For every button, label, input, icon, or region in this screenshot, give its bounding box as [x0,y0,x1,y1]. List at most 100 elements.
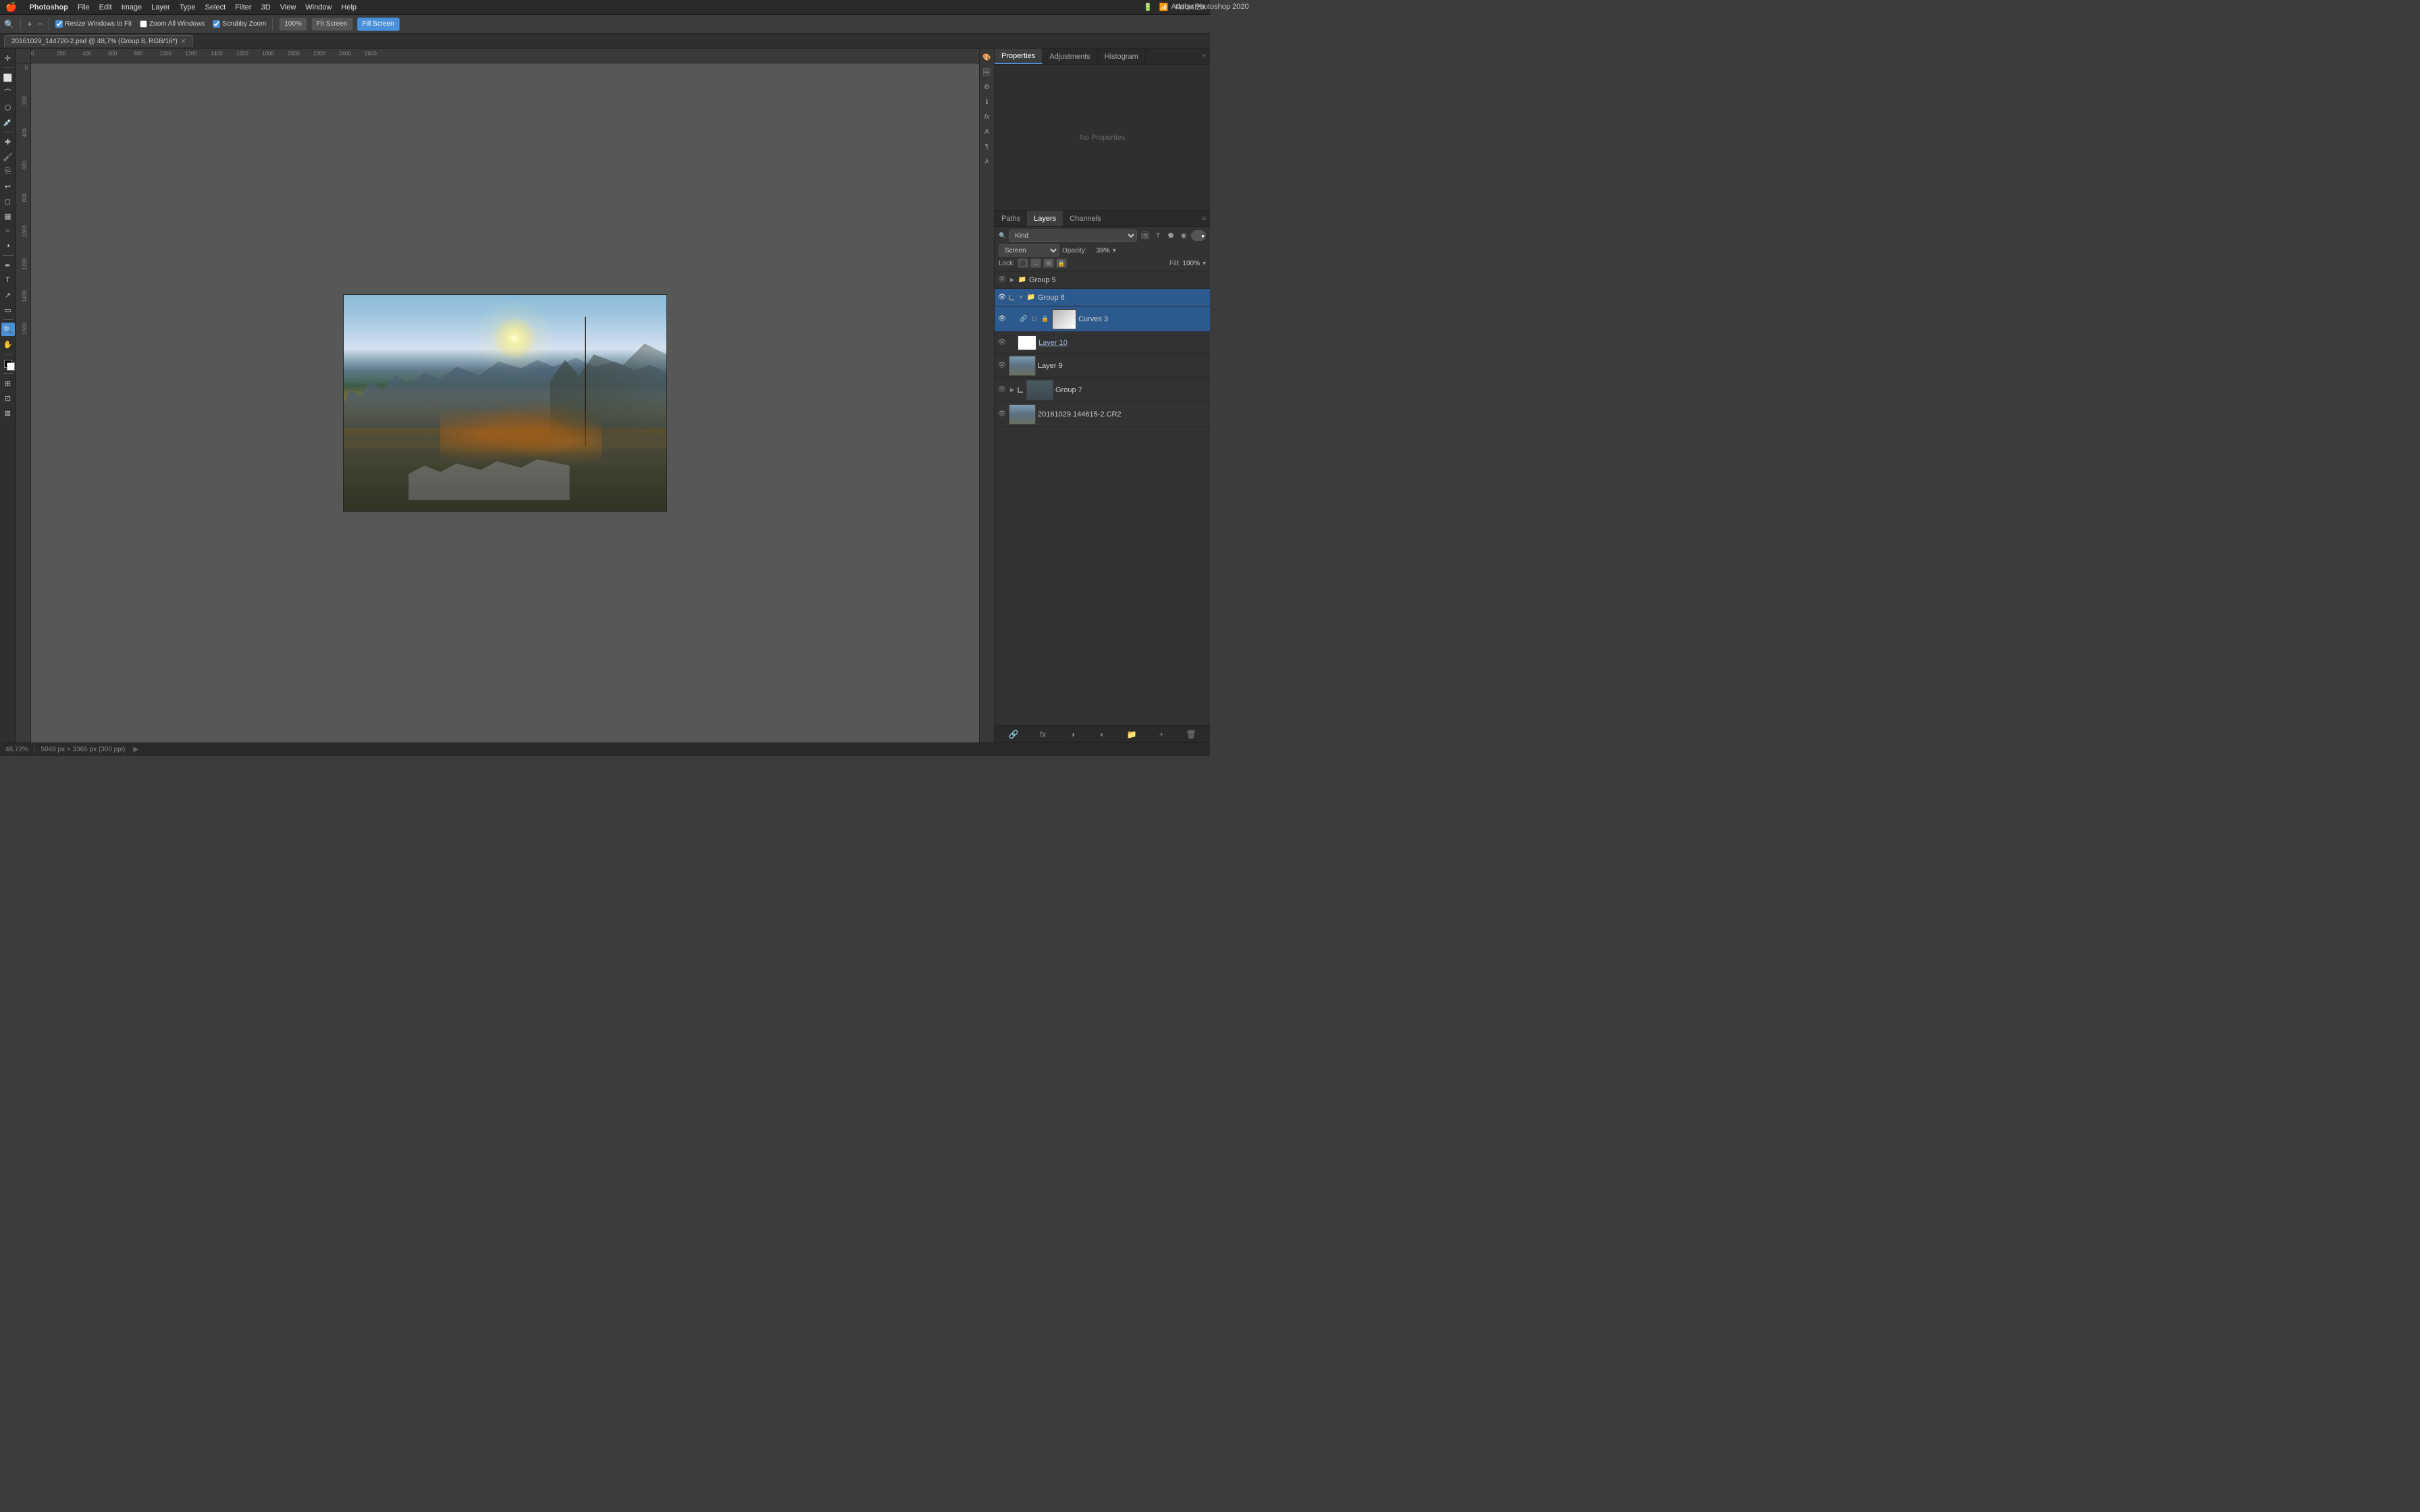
menu-photoshop[interactable]: Photoshop [29,3,68,11]
layer-filter-select[interactable]: Kind [1009,230,1137,242]
healing-tool[interactable]: ✚ [1,135,15,148]
eyedropper-tool[interactable]: 💉 [1,115,15,129]
scrubby-zoom-checkbox[interactable] [213,20,220,28]
menu-help[interactable]: Help [341,3,357,11]
extra-tool-1[interactable]: ⊞ [1,377,15,390]
new-group-icon[interactable]: 📁 [1126,728,1138,740]
visibility-eye[interactable]: 👁 [997,338,1007,348]
filter-text-icon[interactable]: T [1153,230,1163,241]
info-arrow[interactable]: ▶ [133,746,138,753]
fit-screen-button[interactable]: Fit Screen [311,18,353,31]
lock-pixels-icon[interactable]: ⬛ [1018,259,1028,268]
lasso-tool[interactable]: ⌒ [1,86,15,99]
tab-channels[interactable]: Channels [1063,211,1107,226]
menu-layer[interactable]: Layer [151,3,170,11]
zoom-out-icon[interactable]: − [38,19,43,29]
brush-tool[interactable]: 🖌 [1,150,15,163]
clone-tool[interactable]: ⎘ [1,165,15,178]
expand-chevron[interactable]: ▶ [1009,387,1016,394]
move-tool[interactable]: ✛ [1,51,15,65]
info-icon[interactable]: ℹ [981,96,993,108]
blend-mode-select[interactable]: Screen [999,244,1059,256]
tab-histogram[interactable]: Histogram [1098,49,1146,64]
add-style-icon[interactable]: fx [1037,728,1049,740]
delete-layer-icon[interactable]: 🗑 [1185,728,1197,740]
tab-adjustments[interactable]: Adjustments [1043,49,1098,64]
menu-filter[interactable]: Filter [235,3,251,11]
layers-expand-icon[interactable]: ≡ [1198,215,1210,223]
tab-properties[interactable]: Properties [995,49,1043,64]
zoom-in-icon[interactable]: + [27,19,32,29]
filter-toggle[interactable]: ● [1191,230,1206,241]
menu-view[interactable]: View [280,3,296,11]
curves-chain-icon[interactable]: 🔗 [1019,315,1028,324]
pen-tool[interactable]: ✒ [1,259,15,272]
panel-expand-icon[interactable]: ≡ [1198,53,1210,60]
scrubby-zoom-label[interactable]: Scrubby Zoom [213,20,266,28]
opacity-arrow[interactable]: ▾ [1113,247,1116,254]
zoom-value-button[interactable]: 100% [279,18,307,31]
expand-chevron[interactable]: ▼ [1018,294,1024,301]
glyphs-icon[interactable]: A [981,155,993,167]
eraser-tool[interactable]: ◻ [1,194,15,208]
new-layer-icon[interactable]: + [1155,728,1167,740]
curves-clip-icon[interactable]: 🔒 [1041,315,1050,324]
filter-pixel-icon[interactable]: 🖼 [1140,230,1151,241]
add-mask-icon[interactable]: ◑ [1067,728,1079,740]
marquee-tool[interactable]: ⬜ [1,71,15,84]
zoom-level[interactable]: 48,72% [5,746,28,753]
opacity-value[interactable]: 39% [1090,247,1110,254]
properties-icon[interactable]: 🎨 [981,51,993,63]
tab-paths[interactable]: Paths [995,211,1027,226]
apple-logo[interactable]: 🍎 [5,1,17,13]
layer-item[interactable]: 👁 Layer 10 [995,332,1210,354]
filter-smart-icon[interactable]: ◉ [1178,230,1189,241]
extra-tool-3[interactable]: ⊠ [1,406,15,420]
layer-item[interactable]: 👁 🔗 ⊡ 🔒 Curves 3 [995,306,1210,332]
document-tab[interactable]: 20161029_144720-2.psd @ 48,7% (Group 8, … [4,35,193,47]
menu-3d[interactable]: 3D [261,3,271,11]
curves-mask-icon[interactable]: ⊡ [1030,315,1039,324]
shape-tool[interactable]: ▭ [1,303,15,317]
menu-file[interactable]: File [78,3,90,11]
lock-position-icon[interactable]: ↔ [1030,259,1041,268]
hand-tool[interactable]: ✋ [1,338,15,351]
gradient-tool[interactable]: ▦ [1,209,15,223]
crop-tool[interactable]: ⬡ [1,101,15,114]
menu-edit[interactable]: Edit [99,3,112,11]
histogram-icon[interactable]: ⚙ [981,81,993,93]
layer-item[interactable]: 👁 ▶ Group 7 [995,378,1210,402]
type-tool[interactable]: T [1,273,15,287]
layer-item[interactable]: 👁 ▼ 📁 Group 8 [995,289,1210,306]
visibility-eye[interactable]: 👁 [997,293,1007,302]
close-tab-icon[interactable]: ✕ [181,38,186,45]
character-icon[interactable]: A [981,126,993,138]
expand-chevron[interactable]: ▶ [1009,277,1016,284]
link-layers-icon[interactable]: 🔗 [1007,728,1020,740]
menu-type[interactable]: Type [180,3,196,11]
layer-item[interactable]: 👁 ▶ 📁 Group 5 [995,271,1210,289]
layer-item[interactable]: 👁 Layer 9 [995,354,1210,378]
visibility-eye[interactable]: 👁 [997,361,1007,371]
visibility-eye[interactable]: 👁 [997,275,1007,285]
zoom-all-checkbox[interactable] [140,20,147,28]
paragraph-icon[interactable]: ¶ [981,140,993,153]
filter-shape-icon[interactable]: ⬟ [1165,230,1176,241]
blur-tool[interactable]: ○ [1,224,15,238]
visibility-eye[interactable]: 👁 [997,385,1007,395]
new-fill-icon[interactable]: ◐ [1096,728,1108,740]
lock-all-icon[interactable]: 🔒 [1056,259,1067,268]
menu-window[interactable]: Window [305,3,332,11]
path-tool[interactable]: ↗ [1,288,15,302]
fill-arrow[interactable]: ▾ [1203,260,1206,267]
adjustments-icon[interactable]: 🖼 [981,66,993,78]
foreground-color[interactable] [1,357,15,371]
zoom-tool[interactable]: 🔍 [1,323,15,336]
resize-windows-label[interactable]: Resize Windows to Fit [55,20,132,28]
history-brush-tool[interactable]: ↩ [1,180,15,193]
visibility-eye[interactable]: 👁 [997,315,1007,324]
fill-value[interactable]: 100% [1182,260,1200,267]
lock-artboard-icon[interactable]: ⊞ [1043,259,1054,268]
tab-layers[interactable]: Layers [1027,211,1063,226]
layer-item[interactable]: 👁 20161029.144615-2.CR2 [995,402,1210,427]
